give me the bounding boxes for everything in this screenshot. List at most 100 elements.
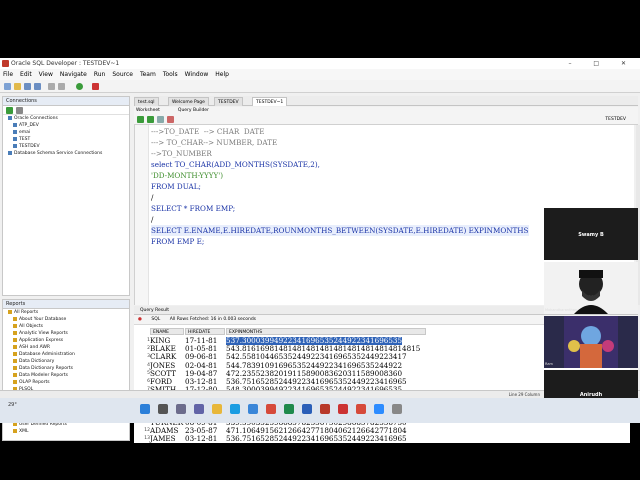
run-script-icon[interactable] [147,116,154,123]
run-statement-icon[interactable] [137,116,144,123]
tab-query-builder[interactable]: Query Builder [178,108,209,113]
tree-item-connection[interactable]: Database Schema Service Connections [3,150,129,157]
tree-item-connection[interactable]: TESTDEV [3,143,129,150]
folder-icon [8,309,12,314]
menu-item-view[interactable]: View [39,71,53,78]
tree-item-report[interactable]: ASH and AWR [3,344,129,351]
undo-icon[interactable] [48,83,55,90]
oracle-icon[interactable] [338,404,348,414]
tree-item-label: emai [19,130,31,135]
menu-item-navigate[interactable]: Navigate [60,71,87,78]
editor-tabs: test.sql Welcome Page TESTDEV TESTDEV~1 [134,96,638,106]
column-header-hiredate[interactable]: HIREDATE [185,328,225,335]
weather-widget[interactable]: 29° [8,402,17,408]
tab-welcome-page[interactable]: Welcome Page [168,97,209,106]
tab-testdev[interactable]: TESTDEV [214,97,243,106]
menu-item-tools[interactable]: Tools [163,71,178,78]
sql-label[interactable]: SQL [151,317,160,322]
tree-item-report[interactable]: Analytic View Reports [3,330,129,337]
folder-icon [13,351,17,356]
redo-icon[interactable] [58,83,65,90]
database-icon [8,150,12,155]
run-icon[interactable] [76,83,83,90]
connection-selector[interactable]: TESTDEV [605,116,626,124]
tree-item-label: TEST [19,137,31,142]
file-explorer-icon[interactable] [212,404,222,414]
tree-item-connection[interactable]: emai [3,129,129,136]
sql-icon[interactable] [92,83,99,90]
menu-item-team[interactable]: Team [140,71,156,78]
tree-item-connection[interactable]: ATP_DEV [3,122,129,129]
tree-item-label: Data Dictionary [19,359,55,364]
chrome-icon[interactable] [356,404,366,414]
folder-icon [13,428,17,433]
code-line: / [151,193,154,202]
windows-start-icon[interactable] [140,404,150,414]
word-icon[interactable] [302,404,312,414]
task-view-icon[interactable] [176,404,186,414]
tree-item-report[interactable]: All Objects [3,323,129,330]
code-area[interactable]: --->TO_DATE --> CHAR DATE ---> TO_CHAR-->… [151,126,529,247]
powerpoint-icon[interactable] [320,404,330,414]
tab-query-result[interactable]: Query Result [140,308,169,313]
save-all-icon[interactable] [34,83,41,90]
avatar [574,270,608,314]
menu-item-run[interactable]: Run [94,71,106,78]
menu-item-edit[interactable]: Edit [20,71,32,78]
tree-item-report[interactable]: About Your Database [3,316,129,323]
tab-testdev-1[interactable]: TESTDEV~1 [252,97,288,106]
participant-tile[interactable]: Mohandharanthan [544,262,638,314]
main-toolbar [0,80,640,93]
table-cell[interactable]: JAMES [150,435,176,443]
connections-panel: Connections Oracle Connections ATP_DEV ema… [2,96,130,296]
tree-item-report[interactable]: OLAP Reports [3,379,129,386]
store-icon[interactable] [248,404,258,414]
zoom-icon[interactable] [374,404,384,414]
tab-worksheet[interactable]: Worksheet [136,108,160,113]
menu-item-help[interactable]: Help [215,71,229,78]
tree-item-report[interactable]: All Reports [3,309,129,316]
tree-item-report[interactable]: Application Express [3,337,129,344]
folder-icon [13,372,17,377]
filter-icon[interactable] [16,107,23,114]
tree-item-label: OLAP Reports [19,380,50,385]
tree-item-report[interactable]: Database Administration [3,351,129,358]
tree-item-report[interactable]: Data Dictionary Reports [3,365,129,372]
teams-icon[interactable] [194,404,204,414]
table-cell[interactable]: 536.751652852449223416965352449223416965 [226,435,407,443]
excel-icon[interactable] [284,404,294,414]
add-connection-icon[interactable] [6,107,13,114]
tab-test-sql[interactable]: test.sql [134,97,159,106]
participant-tile[interactable]: Swamy B [544,208,638,260]
new-file-icon[interactable] [4,83,11,90]
tree-item-label: Analytic View Reports [19,331,68,336]
participant-tile[interactable]: Ram [544,316,638,368]
tree-item-report[interactable]: Data Modeler Reports [3,372,129,379]
menu-item-window[interactable]: Window [185,71,209,78]
column-header-ename[interactable]: ENAME [150,328,184,335]
menu-item-file[interactable]: File [3,71,13,78]
tree-item-connection[interactable]: TEST [3,136,129,143]
rollback-icon[interactable] [167,116,174,123]
open-folder-icon[interactable] [14,83,21,90]
tree-item-report[interactable]: Data Dictionary [3,358,129,365]
pin-icon[interactable]: ● [138,317,142,322]
chrome-icon[interactable] [266,404,276,414]
code-line: / [151,215,154,224]
tree-item-report[interactable]: XML [3,428,129,435]
code-line: FROM EMP E; [151,237,205,246]
search-icon[interactable] [158,404,168,414]
menu-item-source[interactable]: Source [112,71,133,78]
tree-item-connection[interactable]: Oracle Connections [3,115,129,122]
column-header-expinmonths[interactable]: EXPINMONTHS [226,328,426,335]
edge-icon[interactable] [230,404,240,414]
window-controls[interactable]: – □ ✕ [568,58,636,69]
code-line: SELECT E.ENAME,E.HIREDATE,ROUNMONTHS_BET… [151,225,529,236]
save-icon[interactable] [24,83,31,90]
commit-icon[interactable] [157,116,164,123]
tree-item-label: Database Administration [19,352,75,357]
code-line: 'DD-MONTH-YYYY') [151,171,224,180]
table-cell[interactable]: 03-12-81 [185,435,217,443]
fetch-status: All Rows Fetched: 16 in 0.003 seconds [169,317,257,322]
settings-icon[interactable] [392,404,402,414]
